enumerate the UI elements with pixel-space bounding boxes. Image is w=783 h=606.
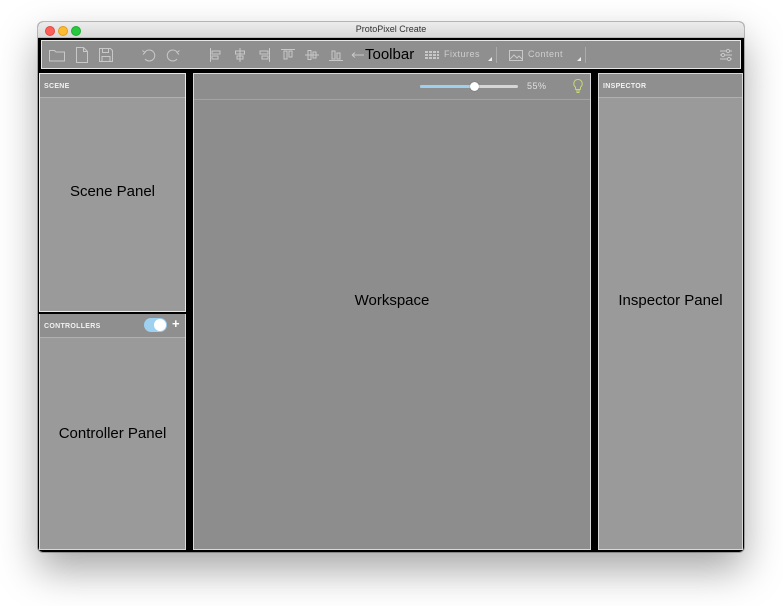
scene-panel-header: SCENE [40, 74, 185, 98]
controller-panel: CONTROLLERS + Controller Panel [39, 314, 186, 550]
lightbulb-icon[interactable] [572, 78, 584, 94]
toolbar-label: Toolbar [365, 46, 415, 63]
inspector-panel-header: INSPECTOR [599, 74, 742, 98]
align-middle-icon[interactable] [303, 46, 321, 64]
fixtures-dropdown[interactable]: Fixtures [424, 47, 497, 63]
image-icon [508, 47, 524, 63]
zoom-percentage: 55% [527, 81, 547, 91]
content-label: Content [528, 49, 564, 59]
redo-icon[interactable] [164, 46, 182, 64]
save-icon[interactable] [97, 46, 115, 64]
settings-sliders-icon[interactable] [717, 46, 735, 64]
fixtures-label: Fixtures [444, 49, 481, 59]
workspace-panel[interactable]: 55% Workspace [193, 73, 591, 550]
inspector-panel: INSPECTOR Inspector Panel [598, 73, 743, 550]
open-folder-icon[interactable] [48, 46, 66, 64]
app-window: ProtoPixel Create Toolbar Fixtures Conte… [38, 22, 744, 552]
fixtures-caret-icon [488, 57, 492, 61]
controllers-panel-header: CONTROLLERS + [40, 314, 185, 338]
content-caret-icon [577, 57, 581, 61]
align-right-icon[interactable] [255, 46, 273, 64]
content-dropdown[interactable]: Content [508, 47, 586, 63]
align-left-icon[interactable] [207, 46, 225, 64]
controllers-toggle[interactable] [144, 318, 167, 332]
fixtures-grid-icon [424, 47, 440, 63]
zoom-slider[interactable] [420, 82, 518, 91]
toggle-knob [154, 319, 166, 331]
controller-panel-label: Controller Panel [58, 425, 167, 442]
add-controller-button[interactable]: + [172, 316, 180, 331]
align-bottom-icon[interactable] [327, 46, 345, 64]
window-title: ProtoPixel Create [355, 24, 427, 34]
title-bar: ProtoPixel Create [38, 22, 744, 38]
align-center-horizontal-icon[interactable] [231, 46, 249, 64]
toolbar: Toolbar Fixtures Content [39, 38, 743, 71]
zoom-slider-handle[interactable] [469, 82, 479, 91]
align-top-icon[interactable] [279, 46, 297, 64]
controllers-header-title: CONTROLLERS [44, 323, 101, 330]
scene-panel-label: Scene Panel [69, 183, 156, 200]
workspace-label: Workspace [354, 292, 430, 309]
zoom-slider-fill [420, 85, 474, 88]
inspector-panel-label: Inspector Panel [618, 292, 723, 309]
scene-panel: SCENE Scene Panel [39, 73, 186, 312]
workspace-topbar: 55% [194, 74, 590, 100]
undo-icon[interactable] [140, 46, 158, 64]
new-file-icon[interactable] [73, 46, 91, 64]
